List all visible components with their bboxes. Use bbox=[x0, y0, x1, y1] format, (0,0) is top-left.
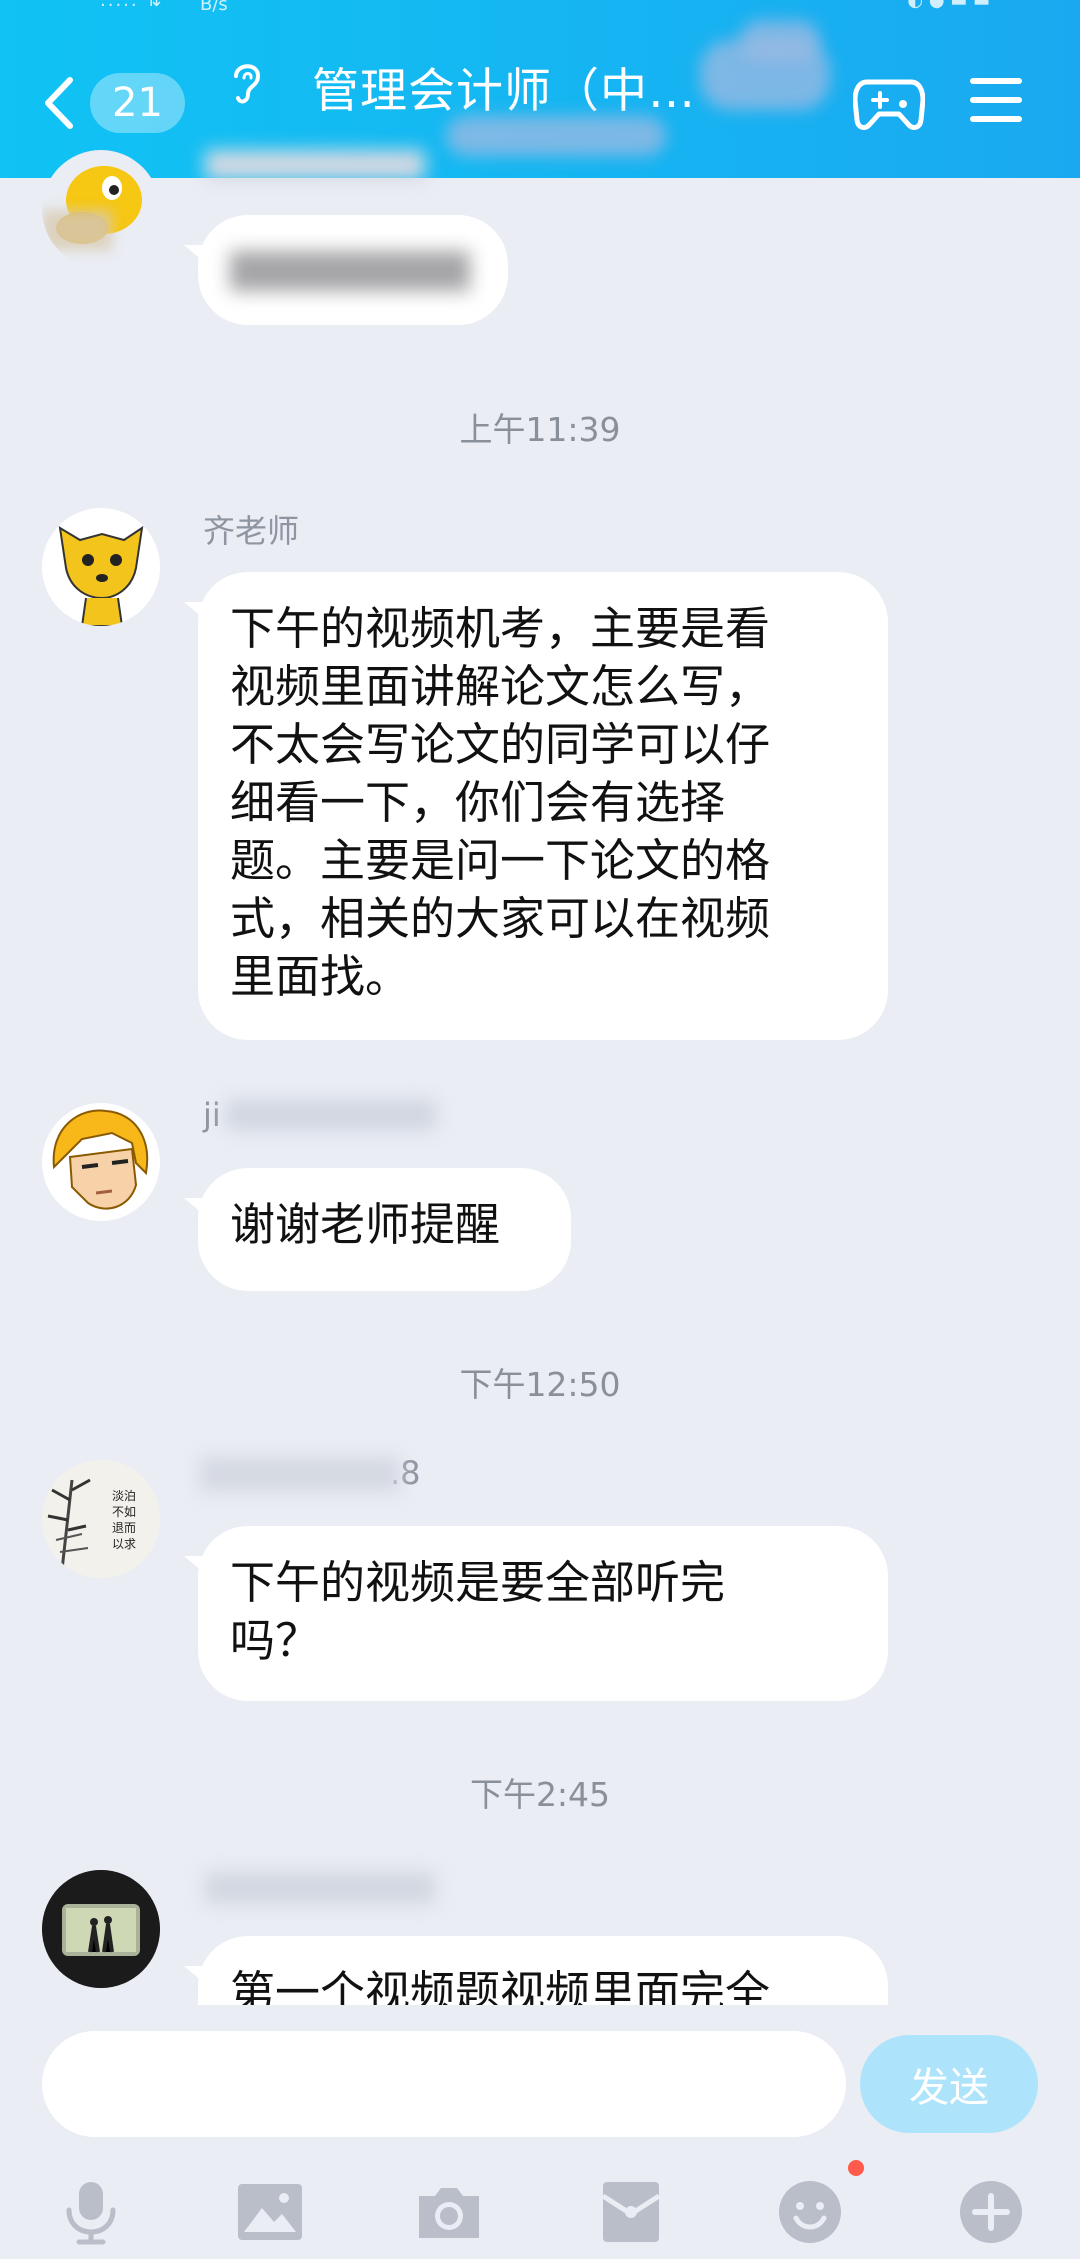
timestamp: 下午2:45 bbox=[469, 1775, 611, 1814]
message-bubble[interactable]: 谢谢老师提醒 bbox=[198, 1168, 571, 1291]
message-text: 下午的视频是要全部听完 吗？ bbox=[230, 1556, 726, 1667]
camera-tool[interactable] bbox=[414, 2177, 484, 2247]
ear-icon[interactable] bbox=[226, 58, 266, 108]
redacted-sender bbox=[226, 1100, 436, 1130]
emoji-icon bbox=[779, 2181, 841, 2243]
avatar[interactable]: 淡泊 不如 退而 以求 bbox=[42, 1460, 160, 1578]
notification-dot bbox=[848, 2160, 864, 2176]
avatar[interactable] bbox=[42, 1103, 160, 1221]
red-packet-tool[interactable] bbox=[596, 2177, 666, 2247]
image-tool[interactable] bbox=[235, 2177, 305, 2247]
redaction-blur bbox=[740, 20, 820, 60]
voice-tool[interactable] bbox=[56, 2177, 126, 2247]
redaction-blur bbox=[446, 116, 666, 156]
send-button[interactable]: 发送 bbox=[860, 2035, 1038, 2133]
more-tool[interactable] bbox=[956, 2177, 1026, 2247]
svg-text:淡泊: 淡泊 bbox=[112, 1489, 136, 1503]
message-bubble[interactable]: 第一个视频题视频里面完全 bbox=[198, 1936, 888, 2005]
svg-text:退而: 退而 bbox=[112, 1521, 136, 1535]
blond-boy-avatar-icon bbox=[42, 1103, 160, 1221]
network-speed: B/s bbox=[200, 0, 228, 15]
message-input[interactable] bbox=[42, 2031, 846, 2137]
chat-title[interactable]: 管理会计师（中… bbox=[312, 52, 696, 121]
avatar[interactable] bbox=[42, 508, 160, 626]
chevron-left-icon bbox=[45, 77, 73, 129]
message-text: 下午的视频机考，主要是看 视频里面讲解论文怎么写， 不太会写论文的同学可以仔 细… bbox=[230, 602, 771, 1003]
plus-icon bbox=[960, 2181, 1022, 2243]
message-bubble-redacted[interactable] bbox=[198, 215, 508, 325]
microphone-icon bbox=[66, 2182, 116, 2245]
menu-icon[interactable] bbox=[970, 76, 1022, 124]
avatar[interactable] bbox=[42, 150, 160, 268]
redacted-sender bbox=[200, 1457, 400, 1491]
bamboo-painting-avatar-icon: 淡泊 不如 退而 以求 bbox=[42, 1460, 160, 1578]
status-bar: ..... ⇅ B/s ◐ ● ▬ ▬ bbox=[0, 0, 1080, 15]
back-button[interactable]: 21 bbox=[42, 68, 192, 138]
image-icon bbox=[238, 2184, 302, 2240]
redacted-content bbox=[230, 251, 470, 291]
svg-text:不如: 不如 bbox=[112, 1504, 136, 1519]
gamepad-icon[interactable] bbox=[853, 74, 925, 134]
timestamp: 下午12:50 bbox=[459, 1365, 621, 1404]
status-right-icons: ◐ ● ▬ ▬ bbox=[907, 0, 990, 11]
message-bubble[interactable]: 下午的视频机考，主要是看 视频里面讲解论文怎么写， 不太会写论文的同学可以仔 细… bbox=[198, 572, 888, 1040]
timestamp: 上午11:39 bbox=[459, 410, 621, 449]
svg-text:以求: 以求 bbox=[112, 1537, 136, 1551]
redacted-sender bbox=[205, 150, 425, 180]
message-clip: 第一个视频题视频里面完全 bbox=[0, 1900, 1080, 2005]
signal-indicator: ..... ⇅ bbox=[100, 0, 164, 11]
message-text: 谢谢老师提醒 bbox=[230, 1198, 501, 1251]
sender-name: 齐老师 bbox=[203, 512, 300, 550]
camera-icon bbox=[419, 2188, 479, 2238]
duck-avatar-icon bbox=[42, 166, 142, 250]
sender-name: ji bbox=[203, 1096, 221, 1134]
input-area: 发送 bbox=[0, 2005, 1080, 2259]
message-bubble[interactable]: 下午的视频是要全部听完 吗？ bbox=[198, 1526, 888, 1701]
unread-count-badge: 21 bbox=[90, 73, 185, 133]
emoji-tool[interactable] bbox=[775, 2177, 845, 2247]
chat-header: ..... ⇅ B/s ◐ ● ▬ ▬ 21 管理会计师（中… bbox=[0, 0, 1080, 178]
message-text: 第一个视频题视频里面完全 bbox=[230, 1966, 771, 2005]
red-packet-icon bbox=[601, 2182, 661, 2242]
yellow-dog-avatar-icon bbox=[42, 508, 160, 626]
input-toolbar bbox=[0, 2165, 1080, 2259]
